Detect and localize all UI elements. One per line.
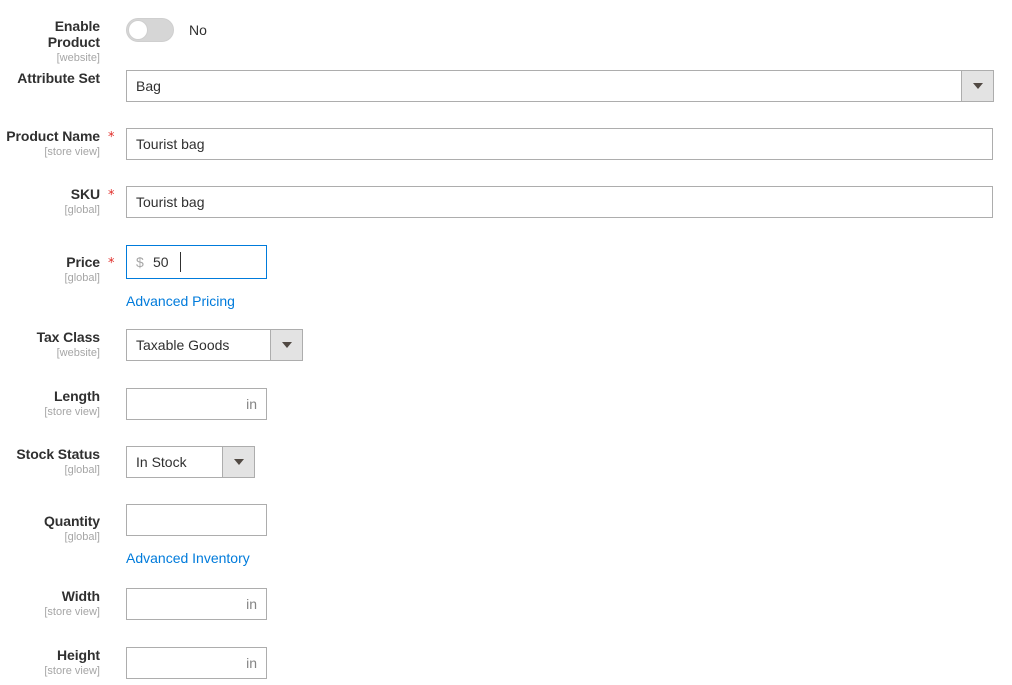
field-label-product-name: Product Name [store view] <box>0 128 100 159</box>
field-control-height: in <box>126 647 267 679</box>
field-control-attribute-set: Bag <box>126 70 994 104</box>
label-text: Enable Product <box>47 18 100 51</box>
attribute-set-dropdown-button[interactable] <box>961 71 993 101</box>
label-text: Stock Status <box>16 446 100 462</box>
enable-product-toggle[interactable] <box>126 18 174 42</box>
toggle-knob-icon <box>128 20 148 40</box>
product-name-input[interactable] <box>126 128 993 160</box>
scope-text: [store view] <box>44 665 100 678</box>
scope-text: [global] <box>64 464 100 477</box>
attribute-set-select[interactable]: Bag <box>126 70 994 102</box>
field-label-width: Width [store view] <box>0 588 100 619</box>
label-text: Attribute Set <box>17 70 100 86</box>
tax-class-select[interactable]: Taxable Goods <box>126 329 303 361</box>
advanced-inventory-link[interactable]: Advanced Inventory <box>126 551 250 565</box>
price-input[interactable] <box>126 245 267 279</box>
label-text: Height <box>57 647 100 663</box>
quantity-input[interactable] <box>126 504 267 536</box>
attribute-set-value: Bag <box>136 78 161 94</box>
stock-status-dropdown-button[interactable] <box>222 447 254 477</box>
field-label-sku: SKU [global] <box>0 186 101 217</box>
scope-text: [website] <box>56 347 100 360</box>
label-text: Length <box>53 388 100 404</box>
scope-text: [global] <box>64 272 100 285</box>
field-label-stock-status: Stock Status [global] <box>0 446 100 477</box>
advanced-pricing-link[interactable]: Advanced Pricing <box>126 294 235 308</box>
scope-text: [global] <box>64 531 100 544</box>
label-text: Tax Class <box>36 329 101 345</box>
height-input[interactable] <box>126 647 267 679</box>
field-control-stock-status: In Stock <box>126 446 255 480</box>
field-control-quantity: Advanced Inventory <box>126 504 267 566</box>
chevron-down-icon <box>972 83 983 89</box>
field-label-attribute-set: Attribute Set <box>0 70 100 88</box>
required-marker-icon: * <box>108 130 115 145</box>
tax-class-dropdown-button[interactable] <box>270 330 302 360</box>
field-control-tax-class: Taxable Goods <box>126 329 303 363</box>
scope-text: [global] <box>64 204 100 217</box>
label-text: Width <box>61 588 100 604</box>
field-control-price: $ Advanced Pricing <box>126 245 267 309</box>
field-control-product-name <box>126 128 993 160</box>
field-label-length: Length [store view] <box>0 388 100 419</box>
scope-text: [website] <box>56 52 100 65</box>
field-control-length: in <box>126 388 267 420</box>
scope-text: [store view] <box>44 406 100 419</box>
field-control-sku <box>126 186 993 218</box>
field-label-quantity: Quantity [global] <box>0 513 100 544</box>
label-text: Quantity <box>44 513 100 529</box>
required-marker-icon: * <box>108 188 115 203</box>
required-marker-icon: * <box>108 256 115 271</box>
label-text: Product Name <box>6 128 100 144</box>
sku-input[interactable] <box>126 186 993 218</box>
field-label-tax-class: Tax Class [website] <box>0 329 101 360</box>
stock-status-select[interactable]: In Stock <box>126 446 255 478</box>
field-control-width: in <box>126 588 267 620</box>
width-input[interactable] <box>126 588 267 620</box>
chevron-down-icon <box>233 459 244 465</box>
label-text: SKU <box>70 186 100 202</box>
field-label-enable-product: Enable Product [website] <box>0 18 100 65</box>
label-text: Price <box>66 254 100 270</box>
text-caret <box>180 252 181 272</box>
field-label-height: Height [store view] <box>0 647 100 678</box>
enable-product-toggle-value: No <box>189 22 207 38</box>
chevron-down-icon <box>281 342 292 348</box>
length-input[interactable] <box>126 388 267 420</box>
scope-text: [store view] <box>44 606 100 619</box>
scope-text: [store view] <box>44 146 100 159</box>
field-label-price: Price [global] <box>0 254 101 285</box>
